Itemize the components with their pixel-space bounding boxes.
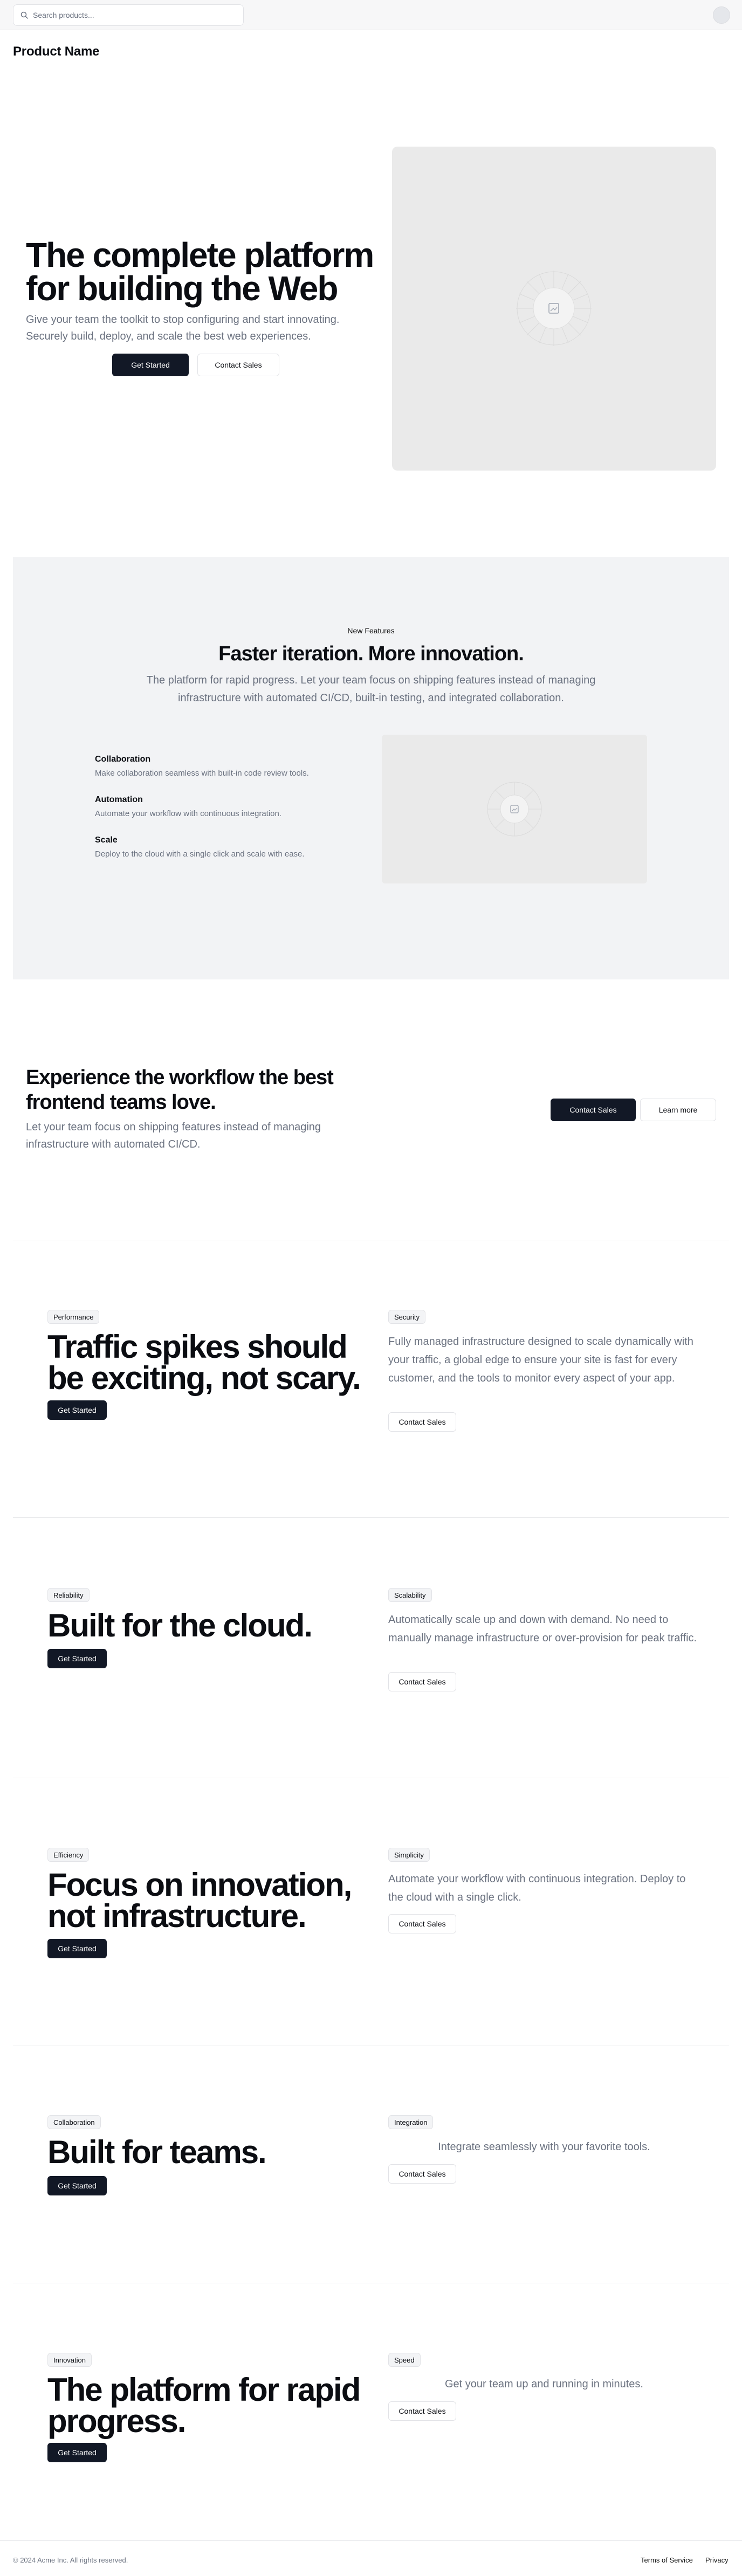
feature-title: Scale [95, 835, 118, 845]
hero-subtitle: Give your team the toolkit to stop confi… [26, 314, 340, 342]
badge-integration: Integration [388, 2115, 434, 2129]
badge-security: Security [388, 1310, 425, 1324]
section-title: Built for teams. [47, 2134, 267, 2170]
hero-title: The complete platform for building the W… [26, 236, 374, 308]
footer-copyright: © 2024 Acme Inc. All rights reserved. [13, 2556, 128, 2564]
badge-scalability: Scalability [388, 1588, 432, 1602]
features-kicker: New Features [347, 626, 395, 635]
hero-image-placeholder [392, 147, 716, 471]
section-title: Focus on innovation, not infrastructure. [47, 1867, 352, 1934]
cta-title: Experience the workflow the best fronten… [26, 1066, 334, 1114]
feature-item: Collaboration Make collaboration seamles… [95, 755, 375, 778]
section-title: The platform for rapid progress. [47, 2372, 361, 2439]
section-text: Automatically scale up and down with dem… [388, 1614, 697, 1644]
badge-speed: Speed [388, 2353, 421, 2367]
section-get-started-button[interactable]: Get Started [47, 1400, 107, 1420]
feature-item: Automation Automate your workflow with c… [95, 795, 375, 818]
section-contact-sales-button[interactable]: Contact Sales [388, 1412, 456, 1432]
features-image-placeholder [382, 735, 647, 883]
section-text: Automate your workflow with continuous i… [388, 1873, 686, 1903]
learn-more-button[interactable]: Learn more [640, 1099, 716, 1121]
badge-simplicity: Simplicity [388, 1848, 430, 1862]
features-title: Faster iteration. More innovation. [218, 643, 524, 665]
cta-subtitle: Let your team focus on shipping features… [26, 1121, 321, 1150]
footer-link-terms[interactable]: Terms of Service [641, 2556, 693, 2564]
section-contact-sales-button[interactable]: Contact Sales [388, 1672, 456, 1691]
top-bar [0, 0, 742, 30]
section-contact-sales-button[interactable]: Contact Sales [388, 2401, 456, 2421]
features-subtitle: The platform for rapid progress. Let you… [146, 674, 596, 704]
badge-efficiency: Efficiency [47, 1848, 90, 1862]
section-text: Fully managed infrastructure designed to… [388, 1336, 693, 1384]
search-box[interactable] [13, 4, 244, 26]
contact-sales-button[interactable]: Contact Sales [197, 354, 279, 376]
get-started-button[interactable]: Get Started [112, 354, 189, 376]
section-get-started-button[interactable]: Get Started [47, 1939, 107, 1958]
divider [13, 1517, 729, 1518]
section-text: Get your team up and running in minutes. [445, 2378, 643, 2390]
section-text: Integrate seamlessly with your favorite … [438, 2141, 650, 2153]
feature-title: Collaboration [95, 755, 151, 764]
image-placeholder-icon [516, 271, 592, 346]
section-get-started-button[interactable]: Get Started [47, 2443, 107, 2462]
footer-divider [0, 2540, 742, 2541]
badge-performance: Performance [47, 1310, 100, 1324]
badge-innovation: Innovation [47, 2353, 92, 2367]
feature-description: Automate your workflow with continuous i… [95, 809, 282, 818]
section-contact-sales-button[interactable]: Contact Sales [388, 1914, 456, 1933]
avatar[interactable] [713, 6, 730, 24]
cta-contact-sales-button[interactable]: Contact Sales [551, 1099, 636, 1121]
search-icon [20, 11, 28, 19]
badge-collaboration: Collaboration [47, 2115, 101, 2129]
feature-item: Scale Deploy to the cloud with a single … [95, 835, 375, 859]
section-get-started-button[interactable]: Get Started [47, 1649, 107, 1668]
section-title: Built for the cloud. [47, 1607, 313, 1643]
image-placeholder-icon [487, 782, 542, 837]
badge-reliability: Reliability [47, 1588, 90, 1602]
feature-description: Make collaboration seamless with built-i… [95, 769, 309, 778]
feature-description: Deploy to the cloud with a single click … [95, 850, 305, 859]
section-get-started-button[interactable]: Get Started [47, 2176, 107, 2195]
search-input[interactable] [33, 11, 238, 19]
product-name: Product Name [13, 44, 100, 59]
section-contact-sales-button[interactable]: Contact Sales [388, 2164, 456, 2184]
section-title: Traffic spikes should be exciting, not s… [47, 1329, 361, 1396]
footer-link-privacy[interactable]: Privacy [705, 2556, 729, 2564]
feature-title: Automation [95, 795, 143, 804]
